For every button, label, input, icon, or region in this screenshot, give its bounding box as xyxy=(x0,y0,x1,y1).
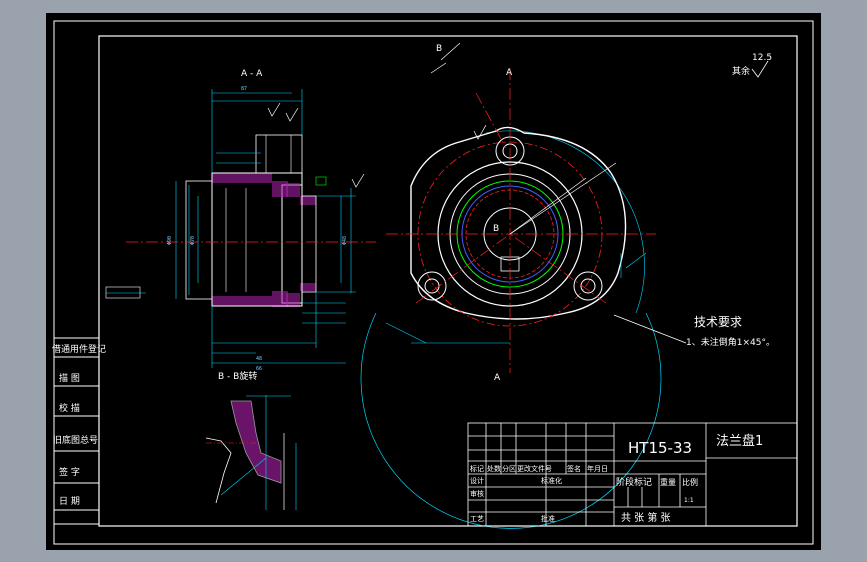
svg-text:其余: 其余 xyxy=(732,65,750,77)
side-cell-5: 日 期 xyxy=(59,496,80,507)
svg-text:比例: 比例 xyxy=(682,477,698,487)
svg-text:设计: 设计 xyxy=(470,476,484,485)
part-name: 法兰盘1 xyxy=(716,433,763,449)
material-text: HT15-33 xyxy=(628,439,692,457)
svg-text:标记: 标记 xyxy=(470,464,484,473)
side-cell-4: 签 字 xyxy=(59,466,80,478)
svg-text:工艺: 工艺 xyxy=(470,515,484,523)
side-cell-3: 旧底图总号 xyxy=(53,434,98,446)
svg-text:年月日: 年月日 xyxy=(587,464,608,473)
label-b2: B xyxy=(493,224,499,234)
engineering-drawing: A - A 87 48 66 Φ90 Φ70 Φ48 B - B旋转 A A B… xyxy=(52,20,814,545)
svg-text:共 张 第 张: 共 张 第 张 xyxy=(621,511,671,524)
section-aa-view: 87 48 66 Φ90 Φ70 Φ48 xyxy=(105,86,376,372)
svg-text:87: 87 xyxy=(241,86,247,92)
svg-text:更改文件号: 更改文件号 xyxy=(517,464,552,473)
svg-text:12.5: 12.5 xyxy=(752,53,772,63)
label-b: B xyxy=(436,44,442,54)
side-cell-1: 描 图 xyxy=(59,372,80,384)
svg-text:48: 48 xyxy=(256,356,262,362)
label-a-top: A xyxy=(506,68,513,78)
label-a-bottom: A xyxy=(494,373,501,383)
tech-title: 技术要求 xyxy=(694,315,742,329)
svg-text:Φ48: Φ48 xyxy=(342,236,348,245)
side-cell-0: 借通用件登记 xyxy=(52,343,106,355)
svg-text:处数: 处数 xyxy=(487,464,501,473)
svg-text:重量: 重量 xyxy=(660,477,676,487)
side-cell-2: 校 描 xyxy=(59,402,80,414)
section-bb-view xyxy=(205,395,297,510)
side-table: 借通用件登记 描 图 校 描 旧底图总号 签 字 日 期 xyxy=(52,337,106,525)
outer-border xyxy=(53,20,814,545)
section-aa-label: A - A xyxy=(241,69,263,79)
section-bb-label: B - B旋转 xyxy=(218,370,257,382)
svg-text:批准: 批准 xyxy=(541,514,555,523)
svg-text:签名: 签名 xyxy=(567,464,581,473)
inner-border xyxy=(98,35,798,527)
title-block-labels: 标记 处数 分区 更改文件号 签名 年月日 设计 标准化 审核 工艺 批准 阶段… xyxy=(470,464,698,524)
svg-text:Φ70: Φ70 xyxy=(190,236,196,245)
svg-text:Φ90: Φ90 xyxy=(167,236,173,245)
svg-text:1:1: 1:1 xyxy=(684,497,694,504)
roughness-note: 其余 12.5 xyxy=(732,53,772,78)
drawing-canvas: A - A 87 48 66 Φ90 Φ70 Φ48 B - B旋转 A A B… xyxy=(46,13,821,550)
svg-text:分区: 分区 xyxy=(502,464,516,473)
svg-text:标准化: 标准化 xyxy=(541,476,562,485)
svg-text:审核: 审核 xyxy=(470,489,484,498)
svg-text:阶段标记: 阶段标记 xyxy=(616,476,652,488)
tech-item-1: 1、未注倒角1×45°。 xyxy=(686,336,775,348)
